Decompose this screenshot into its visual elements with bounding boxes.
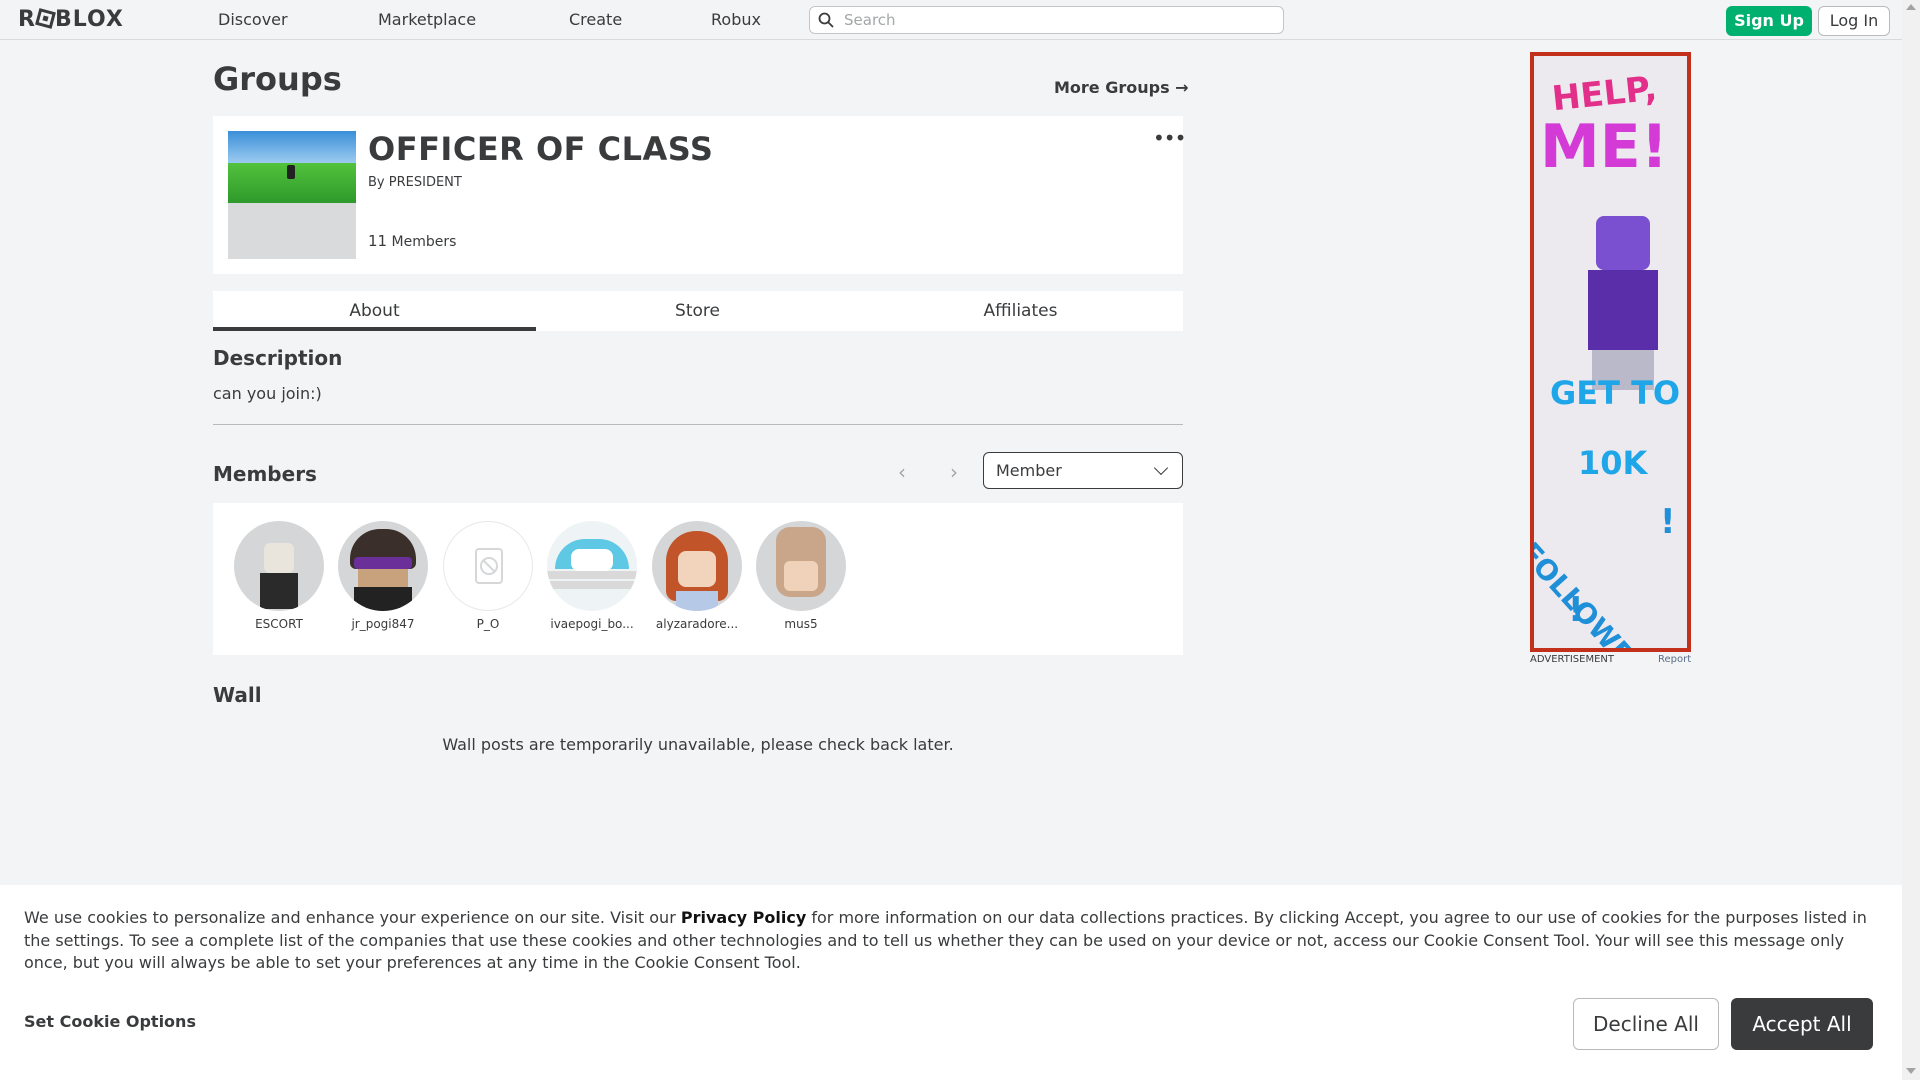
search-icon bbox=[818, 12, 834, 28]
member-name[interactable]: ivaepogi_bo... bbox=[544, 617, 640, 631]
nav-robux[interactable]: Robux bbox=[711, 10, 761, 29]
avatar[interactable] bbox=[234, 521, 324, 611]
member-card[interactable]: P_O bbox=[440, 521, 536, 631]
nav-marketplace[interactable]: Marketplace bbox=[378, 10, 476, 29]
group-member-count: 11 Members bbox=[368, 232, 456, 250]
cookie-text-before: We use cookies to personalize and enhanc… bbox=[24, 908, 681, 927]
search-input[interactable] bbox=[842, 10, 1272, 30]
page-title: Groups bbox=[213, 60, 342, 98]
cookie-consent-banner: We use cookies to personalize and enhanc… bbox=[0, 885, 1902, 1080]
role-select-value: Member bbox=[996, 461, 1062, 480]
member-name[interactable]: alyzaradore... bbox=[649, 617, 745, 631]
unavailable-image-icon bbox=[475, 548, 503, 584]
chevron-right-icon[interactable]: › bbox=[950, 460, 958, 484]
nav-create[interactable]: Create bbox=[569, 10, 622, 29]
member-name[interactable]: P_O bbox=[440, 617, 536, 631]
group-owner-link[interactable]: PRESIDENT bbox=[389, 175, 462, 190]
ad-text-getto: GET TO bbox=[1550, 374, 1681, 412]
group-by-label: By bbox=[368, 175, 385, 190]
decline-all-button[interactable]: Decline All bbox=[1573, 998, 1719, 1050]
log-in-button[interactable]: Log In bbox=[1818, 6, 1890, 36]
member-name[interactable]: mus5 bbox=[753, 617, 849, 631]
wall-heading: Wall bbox=[213, 683, 262, 707]
member-card[interactable]: jr_pogi847 bbox=[335, 521, 431, 631]
chevron-down-icon bbox=[1153, 460, 1169, 476]
ad-avatar-body bbox=[1588, 270, 1658, 350]
ad-text-exclamation: ! bbox=[1660, 502, 1676, 542]
roblox-logo[interactable]: R BLOX bbox=[18, 7, 124, 32]
avatar[interactable] bbox=[338, 521, 428, 611]
member-count-value: 11 bbox=[368, 232, 388, 250]
group-name: OFFICER OF CLASS bbox=[368, 130, 714, 168]
scroll-up-arrow-icon[interactable] bbox=[1906, 4, 1916, 10]
tab-about[interactable]: About bbox=[213, 291, 536, 331]
sign-up-button[interactable]: Sign Up bbox=[1726, 6, 1812, 36]
ad-text-exclamation: ! bbox=[1568, 590, 1584, 630]
tab-affiliates[interactable]: Affiliates bbox=[859, 291, 1182, 331]
scroll-down-arrow-icon[interactable] bbox=[1906, 1068, 1916, 1074]
advertisement-banner[interactable]: HELP, ME! GET TO 10K ! FOLLOWERS ! bbox=[1530, 52, 1691, 652]
members-list: ESCORT jr_pogi847 P_O ivaepogi_bo... aly… bbox=[213, 503, 1183, 655]
wall-unavailable-message: Wall posts are temporarily unavailable, … bbox=[442, 735, 954, 754]
accept-all-button[interactable]: Accept All bbox=[1731, 998, 1873, 1050]
more-options-icon[interactable]: ••• bbox=[1153, 126, 1186, 150]
member-name[interactable]: jr_pogi847 bbox=[335, 617, 431, 631]
avatar[interactable] bbox=[547, 521, 637, 611]
avatar[interactable] bbox=[443, 521, 533, 611]
cookie-message: We use cookies to personalize and enhanc… bbox=[24, 907, 1882, 975]
ad-avatar-head bbox=[1596, 216, 1650, 270]
page-scrollbar[interactable] bbox=[1902, 0, 1920, 1080]
ad-report-link[interactable]: Report bbox=[1658, 654, 1691, 665]
top-nav-bar: R BLOX Discover Marketplace Create Robux … bbox=[0, 0, 1902, 40]
role-select[interactable]: Member bbox=[983, 452, 1183, 489]
description-text: can you join:) bbox=[213, 384, 322, 403]
ad-text-me: ME! bbox=[1540, 112, 1669, 182]
member-name[interactable]: ESCORT bbox=[231, 617, 327, 631]
member-count-label: Members bbox=[391, 234, 457, 250]
section-divider bbox=[213, 424, 1183, 425]
group-header-card: OFFICER OF CLASS By PRESIDENT 11 Members… bbox=[213, 116, 1186, 274]
more-groups-link[interactable]: More Groups → bbox=[1054, 78, 1189, 97]
group-emblem-image bbox=[228, 131, 356, 259]
ad-text-10k: 10K bbox=[1578, 444, 1648, 482]
member-card[interactable]: ivaepogi_bo... bbox=[544, 521, 640, 631]
description-heading: Description bbox=[213, 346, 343, 370]
ad-text-followers: FOLLOWERS bbox=[1534, 536, 1668, 648]
chevron-left-icon[interactable]: ‹ bbox=[898, 460, 906, 484]
member-card[interactable]: ESCORT bbox=[231, 521, 327, 631]
members-heading: Members bbox=[213, 462, 317, 486]
member-card[interactable]: mus5 bbox=[753, 521, 849, 631]
search-box[interactable] bbox=[809, 6, 1284, 34]
avatar[interactable] bbox=[756, 521, 846, 611]
group-owner: By PRESIDENT bbox=[368, 175, 462, 190]
nav-discover[interactable]: Discover bbox=[218, 10, 288, 29]
avatar[interactable] bbox=[652, 521, 742, 611]
privacy-policy-link[interactable]: Privacy Policy bbox=[681, 908, 806, 927]
set-cookie-options-link[interactable]: Set Cookie Options bbox=[24, 1012, 196, 1031]
member-card[interactable]: alyzaradore... bbox=[649, 521, 745, 631]
group-tabs: About Store Affiliates bbox=[213, 291, 1183, 331]
tab-store[interactable]: Store bbox=[536, 291, 859, 331]
advertisement-label: ADVERTISEMENT bbox=[1530, 654, 1615, 665]
